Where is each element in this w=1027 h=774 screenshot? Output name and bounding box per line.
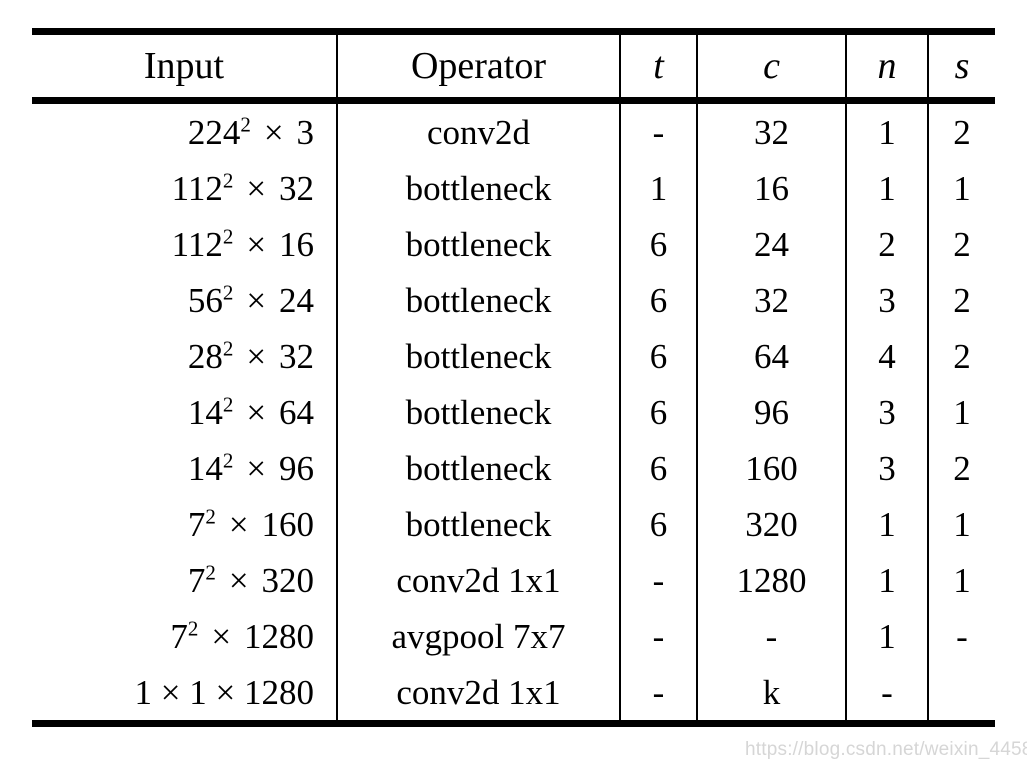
header-label-n: n [877,45,897,87]
table-top-rule: Input Operator t c n s [32,28,995,101]
cell-n: - [845,664,928,724]
cell-operator: bottleneck [336,328,620,384]
table-row: 72 × 160 bottleneck 6 320 1 1 [32,496,995,552]
cell-operator: bottleneck [336,440,620,496]
cell-s: 2 [927,328,995,384]
watermark-text: https://blog.csdn.net/weixin_44580210 [745,739,1027,760]
cell-input: 72 × 160 [187,503,314,544]
cell-c: - [696,608,846,664]
table-head: Input Operator t c n s [32,28,995,101]
cell-t: 6 [619,328,697,384]
table-row: 1122 × 32 bottleneck 1 16 1 1 [32,160,995,216]
table-figure: Input Operator t c n s 2242 × 3 conv2d -… [0,0,1027,774]
cell-n: 3 [845,440,928,496]
cell-input: 142 × 64 [187,391,314,432]
cell-input: 1122 × 32 [171,167,314,208]
cell-n: 2 [845,216,928,272]
cell-input: 562 × 24 [187,279,314,320]
cell-t: - [619,664,697,724]
header-cell-input: Input [32,28,337,101]
header-cell-t: t [619,28,697,101]
header-label-operator: Operator [410,45,547,87]
cell-n: 4 [845,328,928,384]
header-label-input: Input [143,45,225,87]
cell-t: 6 [619,496,697,552]
cell-input: 2242 × 3 [32,97,337,160]
cell-s: 1 [927,552,995,608]
cell-c: 320 [696,496,846,552]
cell-s: 1 [927,160,995,216]
cell-c: k [696,664,846,724]
cell-n: 1 [845,97,928,160]
model-architecture-table: Input Operator t c n s 2242 × 3 conv2d -… [32,28,995,730]
cell-n: 1 [845,160,928,216]
cell-input: 142 × 96 [187,447,314,488]
cell-t: 6 [619,272,697,328]
table-row: 282 × 32 bottleneck 6 64 4 2 [32,328,995,384]
header-label-s: s [954,45,970,87]
cell-c: 24 [696,216,846,272]
cell-operator: conv2d 1x1 [336,664,620,724]
header-cell-s: s [927,28,995,101]
header-label-c: c [763,45,780,87]
cell-operator: bottleneck [336,496,620,552]
cell-operator: conv2d [336,97,620,160]
cell-c: 160 [696,440,846,496]
cell-t: - [619,97,697,160]
cell-input: 282 × 32 [187,335,314,376]
cell-t: 1 [619,160,697,216]
table-row: 2242 × 3 conv2d -32 1 2 [32,97,995,160]
cell-c: 1280 [696,552,846,608]
cell-input: 1 × 1 × 1280 [134,672,314,712]
header-cell-c: c [696,28,846,101]
header-cell-operator: Operator [336,28,620,101]
cell-operator: bottleneck [336,216,620,272]
cell-t: 6 [619,440,697,496]
table-row: 72 × 1280 avgpool 7x7- -1- [32,608,995,664]
table-row: 72 × 320 conv2d 1x1-1280 1 1 [32,552,995,608]
cell-input: 72 × 320 [187,559,314,600]
cell-operator: bottleneck [336,160,620,216]
cell-s: 1 [927,384,995,440]
cell-s: 2 [927,97,995,160]
cell-s: - [927,608,995,664]
table-body: 2242 × 3 conv2d -32 1 2 1122 × 32 bottleneck 1 1… [32,97,995,730]
cell-input: 1122 × 16 [171,223,314,264]
table-row: 142 × 64 bottleneck 6 96 3 1 [32,384,995,440]
cell-operator: conv2d 1x1 [336,552,620,608]
cell-n: 3 [845,384,928,440]
cell-t: 6 [619,384,697,440]
table-row: 1 × 1 × 1280 conv2d 1x1- k - [32,664,995,724]
cell-c: 32 [696,97,846,160]
cell-n: 1 [845,608,928,664]
cell-c: 96 [696,384,846,440]
header-label-t: t [653,45,664,87]
cell-n: 1 [845,496,928,552]
cell-operator: avgpool 7x7 [336,608,620,664]
cell-operator: bottleneck [336,272,620,328]
header-cell-n: n [845,28,928,101]
cell-c: 16 [696,160,846,216]
cell-n: 1 [845,552,928,608]
table-row: 1122 × 16 bottleneck 6 24 2 2 [32,216,995,272]
cell-s: 2 [927,216,995,272]
cell-t: - [619,608,697,664]
cell-c: 64 [696,328,846,384]
cell-s: 2 [927,272,995,328]
cell-t: 6 [619,216,697,272]
cell-input: 72 × 1280 [170,615,314,656]
table-container: Input Operator t c n s 2242 × 3 conv2d -… [32,28,995,730]
cell-t: - [619,552,697,608]
table-bottom-rule [32,720,995,730]
table-row: 562 × 24 bottleneck 6 32 3 2 [32,272,995,328]
cell-s: 2 [927,440,995,496]
cell-s [927,664,995,724]
cell-n: 3 [845,272,928,328]
table-row: 142 × 96 bottleneck 6 160 3 2 [32,440,995,496]
cell-c: 32 [696,272,846,328]
cell-operator: bottleneck [336,384,620,440]
cell-s: 1 [927,496,995,552]
